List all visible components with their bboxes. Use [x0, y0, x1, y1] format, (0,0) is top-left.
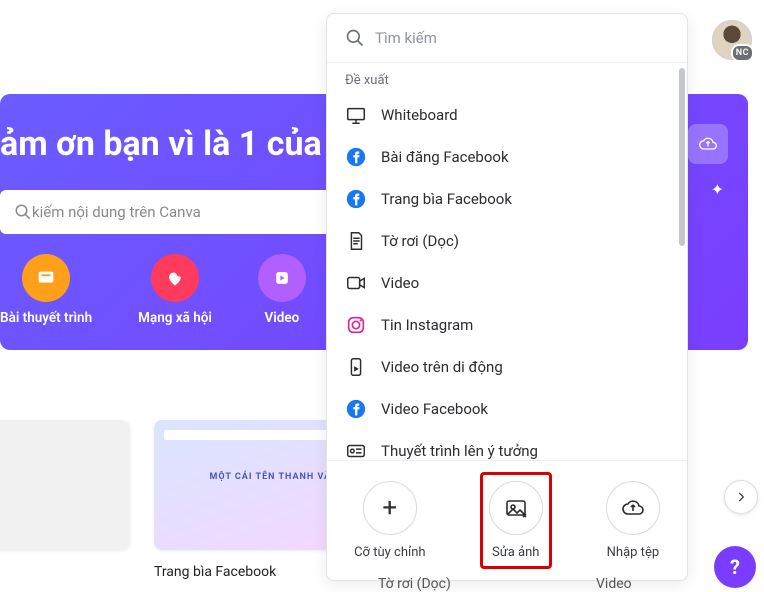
scrollbar-thumb[interactable]: [679, 68, 685, 246]
bottom-action-icon: [606, 481, 660, 535]
ghost-label-left: Tờ rơi (Dọc): [378, 576, 451, 592]
bottom-action-2[interactable]: Nhập tệp: [606, 481, 660, 560]
suggestion-label: Video: [381, 274, 419, 292]
popover-section-label: Đề xuất: [327, 63, 687, 94]
popover-scroll: Đề xuất Whiteboard Bài đăng Facebook Trang…: [327, 63, 687, 501]
bottom-action-label: Cỡ tùy chỉnh: [354, 545, 425, 560]
category-icon: [151, 254, 199, 302]
suggestion-flyer[interactable]: Tờ rơi (Dọc): [327, 220, 687, 262]
hero-upload-button[interactable]: [688, 124, 728, 164]
facebook-icon: [345, 188, 367, 210]
hero-title: ảm ơn bạn vì là 1 của: [0, 124, 322, 164]
category-icon: [258, 254, 306, 302]
suggestion-label: Thuyết trình lên ý tưởng: [381, 442, 538, 460]
category-label: Video: [265, 310, 300, 326]
search-icon: [345, 28, 365, 48]
popover-search[interactable]: [327, 14, 687, 63]
help-button[interactable]: ?: [714, 546, 756, 588]
cloud-upload-icon: [698, 134, 718, 154]
popover-search-input[interactable]: [375, 29, 669, 47]
bottom-action-label: Nhập tệp: [607, 545, 659, 560]
suggestion-label: Trang bìa Facebook: [381, 190, 512, 208]
facebook-icon: [345, 398, 367, 420]
template-card-0[interactable]: ecebook: [0, 420, 130, 580]
suggestion-facebook[interactable]: Bài đăng Facebook: [327, 136, 687, 178]
avatar[interactable]: NC: [712, 20, 752, 60]
category-2[interactable]: Video: [258, 254, 306, 326]
suggestion-label: Video trên di động: [381, 358, 503, 376]
pitch-icon: [345, 440, 367, 462]
search-icon: [14, 203, 32, 221]
instagram-icon: [345, 314, 367, 336]
bottom-action-0[interactable]: + Cỡ tùy chỉnh: [354, 481, 425, 560]
suggestion-whiteboard[interactable]: Whiteboard: [327, 94, 687, 136]
category-row: Bài thuyết trình Mạng xã hội Video: [0, 254, 306, 326]
suggestion-label: Bài đăng Facebook: [381, 148, 509, 166]
ghost-label-right: Video: [596, 576, 632, 592]
card-thumb: [0, 420, 130, 550]
suggestion-mobile-video[interactable]: Video trên di động: [327, 346, 687, 388]
popover-bottom-actions: + Cỡ tùy chỉnh Sửa ảnh Nhập tệp: [327, 460, 687, 580]
flyer-icon: [345, 230, 367, 252]
bottom-action-icon: +: [363, 481, 417, 535]
suggestion-instagram[interactable]: Tin Instagram: [327, 304, 687, 346]
carousel-next-button[interactable]: [724, 480, 758, 514]
category-label: Mạng xã hội: [138, 310, 212, 326]
bottom-action-1[interactable]: Sửa ảnh: [480, 472, 552, 569]
bottom-action-label: Sửa ảnh: [492, 545, 539, 560]
card-label: ecebook: [0, 564, 130, 580]
search-popover: Đề xuất Whiteboard Bài đăng Facebook Trang…: [326, 13, 688, 581]
category-icon: [22, 254, 70, 302]
chevron-right-icon: [734, 490, 748, 504]
category-0[interactable]: Bài thuyết trình: [0, 254, 92, 326]
facebook-icon: [345, 146, 367, 168]
suggestion-video[interactable]: Video: [327, 262, 687, 304]
suggestion-facebook[interactable]: Video Facebook: [327, 388, 687, 430]
mobile-video-icon: [345, 356, 367, 378]
suggestion-label: Whiteboard: [381, 106, 458, 124]
suggestion-label: Tin Instagram: [381, 316, 473, 334]
suggestion-label: Video Facebook: [381, 400, 488, 418]
suggestion-label: Tờ rơi (Dọc): [381, 232, 459, 250]
bottom-action-icon: [489, 481, 543, 535]
suggestion-facebook[interactable]: Trang bìa Facebook: [327, 178, 687, 220]
avatar-badge: NC: [731, 44, 754, 62]
category-1[interactable]: Mạng xã hội: [138, 254, 212, 326]
sparkle-icon: ✦: [711, 180, 724, 199]
category-label: Bài thuyết trình: [0, 310, 92, 326]
video-icon: [345, 272, 367, 294]
whiteboard-icon: [345, 104, 367, 126]
